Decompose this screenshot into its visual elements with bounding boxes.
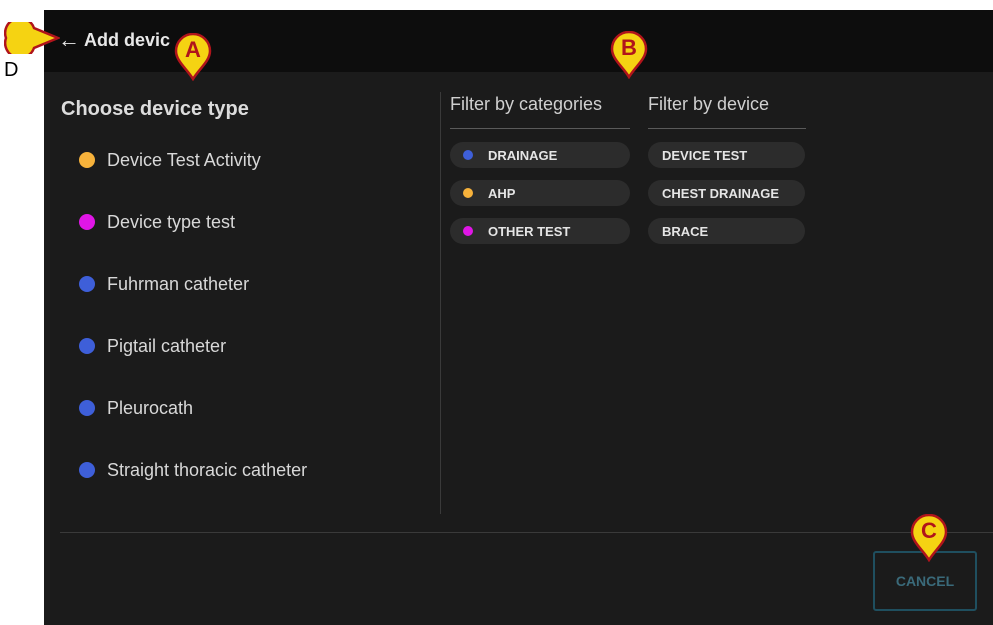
callout-marker-a: A xyxy=(173,33,213,81)
device-type-panel: Choose device type Device Test Activity … xyxy=(44,72,440,532)
device-type-label: Straight thoracic catheter xyxy=(107,459,308,480)
callout-marker-d: D xyxy=(3,16,62,81)
device-type-label: Fuhrman catheter xyxy=(107,273,250,294)
callout-label: D xyxy=(4,59,19,81)
device-type-item[interactable]: Pleurocath xyxy=(79,394,193,422)
device-filter-label: DEVICE TEST xyxy=(662,147,748,163)
category-color-dot xyxy=(463,188,473,198)
device-type-item[interactable]: Device Test Activity xyxy=(79,146,261,174)
device-type-label: Device type test xyxy=(107,211,236,232)
callout-marker-c: C xyxy=(909,514,949,562)
category-color-dot xyxy=(79,400,95,416)
page-title: Add devic xyxy=(84,29,171,50)
filter-by-categories-header: Filter by categories xyxy=(450,94,630,129)
device-filter-chip[interactable]: DEVICE TEST xyxy=(648,142,805,168)
callout-label: A xyxy=(185,37,201,62)
device-type-item[interactable]: Pigtail catheter xyxy=(79,332,226,360)
category-filter-chip[interactable]: DRAINAGE xyxy=(450,142,630,168)
category-filter-label: OTHER TEST xyxy=(488,223,571,239)
choose-device-type-heading: Choose device type xyxy=(61,98,249,120)
device-filter-chip[interactable]: BRACE xyxy=(648,218,805,244)
category-color-dot xyxy=(79,214,95,230)
category-filter-label: AHP xyxy=(488,185,516,201)
callout-marker-b: B xyxy=(609,31,649,79)
footer-divider xyxy=(60,532,993,533)
category-filter-chip[interactable]: OTHER TEST xyxy=(450,218,630,244)
add-device-dialog: ← Add devic Choose device type Device Te… xyxy=(44,10,993,625)
vertical-divider xyxy=(440,92,441,514)
category-color-dot xyxy=(79,276,95,292)
category-filter-label: DRAINAGE xyxy=(488,147,558,163)
device-type-label: Device Test Activity xyxy=(107,149,261,170)
category-filter-chip[interactable]: AHP xyxy=(450,180,630,206)
back-button[interactable]: ← Add devic xyxy=(58,26,170,54)
back-arrow-icon: ← xyxy=(58,27,80,52)
device-type-label: Pleurocath xyxy=(107,397,194,418)
category-color-dot xyxy=(79,152,95,168)
device-filter-label: CHEST DRAINAGE xyxy=(662,185,780,201)
callout-label: B xyxy=(621,35,637,60)
device-filter-label: BRACE xyxy=(662,223,709,239)
category-color-dot xyxy=(463,226,473,236)
device-type-item[interactable]: Straight thoracic catheter xyxy=(79,456,307,484)
filter-by-device-header: Filter by device xyxy=(648,94,806,129)
category-color-dot xyxy=(463,150,473,160)
category-color-dot xyxy=(79,462,95,478)
device-filter-chip[interactable]: CHEST DRAINAGE xyxy=(648,180,805,206)
callout-label: C xyxy=(921,518,937,543)
device-type-item[interactable]: Fuhrman catheter xyxy=(79,270,249,298)
map-pin-icon xyxy=(3,16,62,60)
category-color-dot xyxy=(79,338,95,354)
device-type-label: Pigtail catheter xyxy=(107,335,227,356)
device-type-item[interactable]: Device type test xyxy=(79,208,235,236)
